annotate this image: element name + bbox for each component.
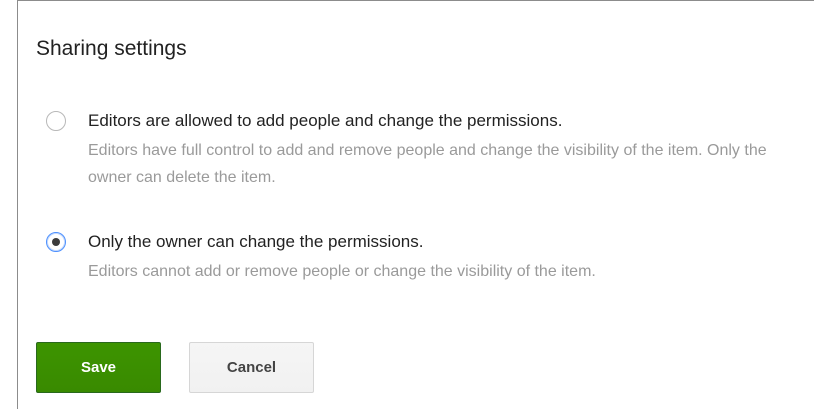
option-label: Only the owner can change the permission…	[88, 232, 424, 251]
option-description: Editors have full control to add and rem…	[88, 142, 767, 186]
sharing-settings-dialog: Sharing settings Editors are allowed to …	[17, 0, 814, 409]
radio-button-unchecked[interactable]	[46, 111, 66, 131]
radio-selected-dot	[52, 238, 60, 246]
option-description: Editors cannot add or remove people or c…	[88, 263, 596, 280]
dialog-title: Sharing settings	[36, 37, 187, 60]
radio-button-checked[interactable]	[46, 232, 66, 252]
cancel-button[interactable]: Cancel	[189, 342, 314, 393]
option-label: Editors are allowed to add people and ch…	[88, 111, 563, 130]
save-button[interactable]: Save	[36, 342, 161, 393]
